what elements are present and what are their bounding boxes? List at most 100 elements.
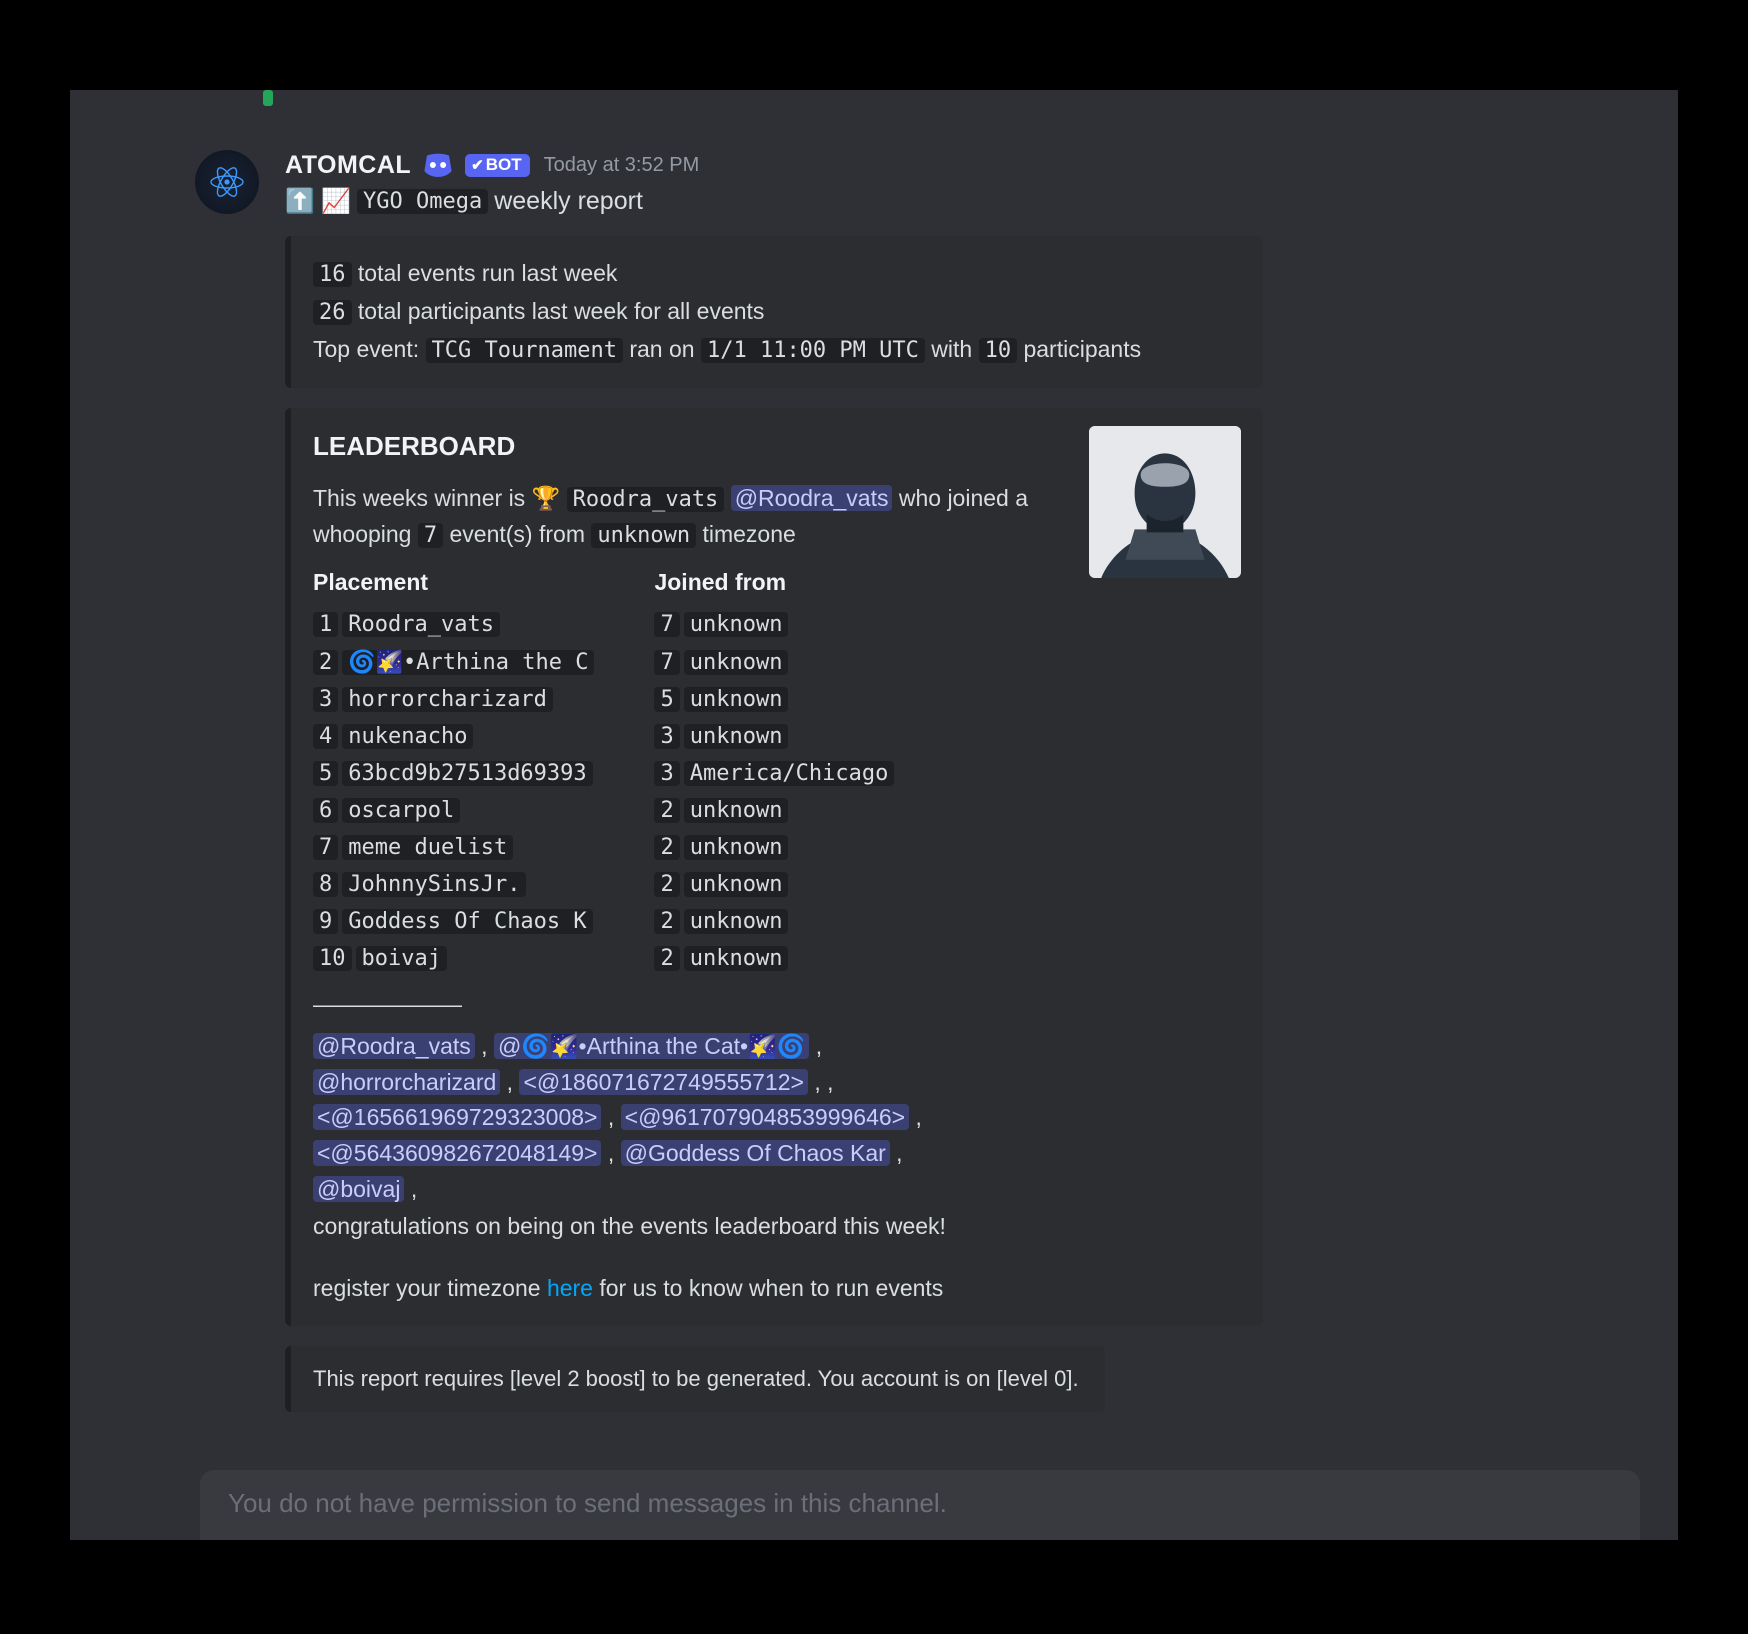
register-link[interactable]: here [547,1275,593,1301]
joined-row: 5unknown [654,681,934,717]
separator: , , [808,1069,834,1095]
placement-rank: 5 [313,761,338,786]
user-mention[interactable]: <@564360982672048149> [313,1140,601,1166]
joined-tz: unknown [684,798,789,823]
placement-name: oscarpol [342,798,460,823]
top-event-participants: 10 [979,338,1018,363]
joined-count: 2 [654,835,679,860]
placement-row: 1Roodra_vats [313,606,594,642]
user-mention[interactable]: <@165661969729323008> [313,1104,601,1130]
placement-row: 2🌀🌠•Arthina the C [313,644,594,680]
separator: , [601,1104,620,1130]
compose-placeholder: You do not have permission to send messa… [228,1488,947,1518]
joined-title: Joined from [654,565,934,601]
events-count: 16 [313,262,352,287]
joined-count: 7 [654,612,679,637]
placement-name: meme duelist [342,835,513,860]
joined-count: 2 [654,909,679,934]
joined-row: 2unknown [654,940,934,976]
participants-count: 26 [313,300,352,325]
joined-row: 2unknown [654,792,934,828]
bot-badge: ✔ BOT [465,154,529,177]
register-line: register your timezone here for us to kn… [313,1271,1241,1307]
joined-row: 3America/Chicago [654,755,934,791]
placement-rank: 8 [313,872,338,897]
placement-rank: 3 [313,687,338,712]
top-event-time: 1/1 11:00 PM UTC [701,338,925,363]
placement-rank: 1 [313,612,338,637]
author-avatar[interactable] [195,150,259,214]
user-mention[interactable]: <@186071672749555712> [519,1069,807,1095]
joined-row: 2unknown [654,903,934,939]
joined-field: Joined from 7unknown7unknown5unknown3unk… [654,565,934,978]
placement-rank: 10 [313,946,352,971]
placement-name: 63bcd9b27513d69393 [342,761,592,786]
placement-row: 6oscarpol [313,792,594,828]
footer-embed: This report requires [level 2 boost] to … [285,1346,1105,1412]
winner-thumbnail[interactable] [1089,426,1241,578]
bot-badge-text: BOT [486,155,522,175]
winner-prefix: This weeks winner is [313,485,525,511]
placement-name: horrorcharizard [342,687,553,712]
placement-title: Placement [313,565,594,601]
separator: , [404,1176,417,1202]
joined-tz: unknown [684,724,789,749]
joined-count: 3 [654,724,679,749]
placement-row: 7meme duelist [313,829,594,865]
leaderboard-embed: LEADERBOARD This weeks winner is 🏆 Roodr… [285,408,1263,1326]
joined-tz: unknown [684,650,789,675]
placement-row: 9Goddess Of Chaos K [313,903,594,939]
user-mention[interactable]: @horrorcharizard [313,1069,500,1095]
atom-icon [207,162,247,202]
joined-count: 3 [654,761,679,786]
placement-row: 4nukenacho [313,718,594,754]
user-mention[interactable]: @Goddess Of Chaos Kar [621,1140,890,1166]
summary-embed: 16 total events run last week 26 total p… [285,236,1263,388]
ran-on-label: ran on [629,336,694,362]
joined-tz: America/Chicago [684,761,895,786]
summary-events-row: 16 total events run last week [313,256,1241,292]
placement-row: 3horrorcharizard [313,681,594,717]
participants-label: total participants last week for all eve… [358,298,765,324]
clyde-icon [421,150,455,180]
author-name[interactable]: ATOMCAL [285,151,411,180]
joined-tz: unknown [684,835,789,860]
user-mention[interactable]: @🌀🌠•Arthina the Cat•🌠🌀 [494,1033,809,1059]
winner-code: Roodra_vats [567,487,725,512]
user-mention[interactable]: <@961707904853999646> [621,1104,909,1130]
placement-rank: 7 [313,835,338,860]
joined-tz: unknown [684,687,789,712]
placement-name: JohnnySinsJr. [342,872,526,897]
trophy-emoji: 🏆 [532,485,561,511]
joined-count: 2 [654,798,679,823]
joined-tz: unknown [684,612,789,637]
top-event-label: Top event: [313,336,419,362]
message: ATOMCAL ✔ BOT Today at 3:52 PM ⬆️ 📈 YGO … [195,150,1595,1412]
summary-participants-row: 26 total participants last week for all … [313,294,1241,330]
placement-field: Placement 1Roodra_vats2🌀🌠•Arthina the C3… [313,565,594,978]
placement-rank: 2 [313,650,338,675]
joined-count: 5 [654,687,679,712]
joined-count: 2 [654,872,679,897]
placement-rank: 4 [313,724,338,749]
winner-mention[interactable]: @Roodra_vats [731,485,893,511]
joined-tz: unknown [684,909,789,934]
compose-box: You do not have permission to send messa… [200,1470,1640,1540]
placement-rank: 6 [313,798,338,823]
register-suffix: for us to know when to run events [599,1275,943,1301]
mentions-block: @Roodra_vats , @🌀🌠•Arthina the Cat•🌠🌀 , … [313,1029,983,1207]
user-mention[interactable]: @Roodra_vats [313,1033,475,1059]
message-title: ⬆️ 📈 YGO Omega weekly report [285,186,1595,216]
message-header: ATOMCAL ✔ BOT Today at 3:52 PM [285,150,1595,180]
user-mention[interactable]: @boivaj [313,1176,404,1202]
server-code: YGO Omega [357,189,488,214]
placement-name: Goddess Of Chaos K [342,909,592,934]
chart-emoji: 📈 [321,186,351,216]
winner-tz: unknown [591,523,696,548]
message-timestamp: Today at 3:52 PM [544,154,700,177]
joined-row: 2unknown [654,829,934,865]
top-event-name: TCG Tournament [426,338,623,363]
message-body: ATOMCAL ✔ BOT Today at 3:52 PM ⬆️ 📈 YGO … [285,150,1595,1412]
separator: , [890,1140,903,1166]
joined-tz: unknown [684,946,789,971]
